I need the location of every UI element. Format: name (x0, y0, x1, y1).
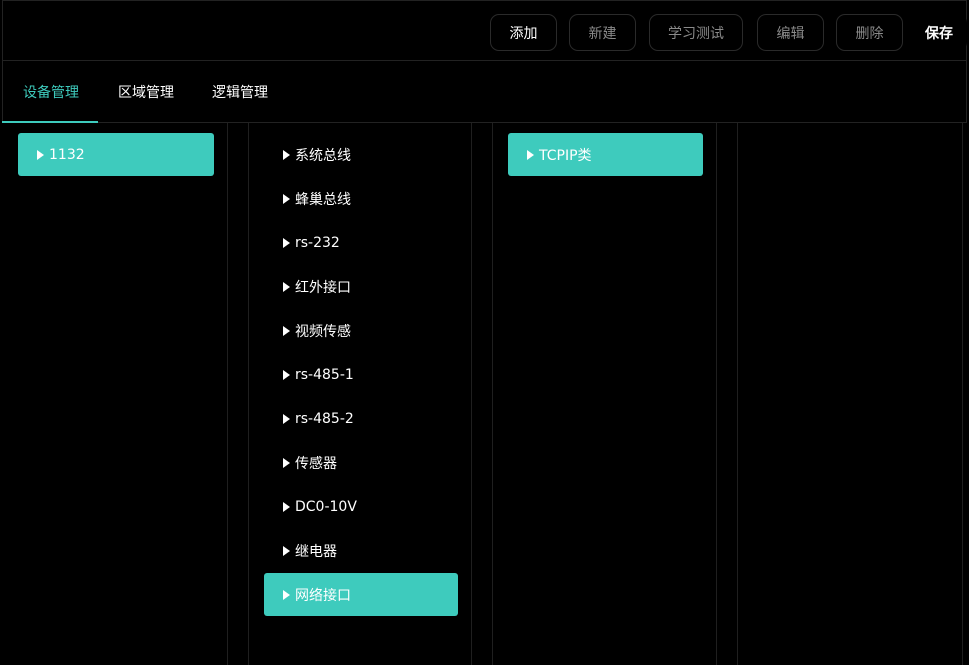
interface-item-label: 系统总线 (295, 147, 351, 164)
save-button[interactable]: 保存 (911, 14, 967, 51)
device-item-label: 1132 (49, 146, 85, 163)
add-button[interactable]: 添加 (490, 14, 557, 51)
caret-right-icon (283, 237, 290, 248)
device-item-1132[interactable]: 1132 (18, 133, 214, 176)
interface-item-dc0-10v[interactable]: DC0-10V (264, 485, 458, 528)
new-button[interactable]: 新建 (569, 14, 636, 51)
learn-test-button[interactable]: 学习测试 (649, 14, 743, 51)
interface-item-label: 传感器 (295, 455, 337, 472)
interface-item-label: 继电器 (295, 543, 337, 560)
caret-right-icon (283, 545, 290, 556)
interface-item-label: 视频传感 (295, 323, 351, 340)
caret-right-icon (37, 149, 44, 160)
interface-item-rs485-1[interactable]: rs-485-1 (264, 353, 458, 396)
tab-logic-management[interactable]: 逻辑管理 (212, 61, 268, 122)
caret-right-icon (283, 589, 290, 600)
interface-item-label: 蜂巢总线 (295, 191, 351, 208)
edit-button[interactable]: 编辑 (757, 14, 824, 51)
caret-right-icon (527, 149, 534, 160)
interface-item-rs232[interactable]: rs-232 (264, 221, 458, 264)
caret-right-icon (283, 413, 290, 424)
interface-column: 系统总线 蜂巢总线 rs-232 红外接口 视频传感 rs-485-1 rs-4… (248, 123, 472, 665)
interface-item-label: rs-485-2 (295, 410, 354, 427)
type-item-label: TCPIP类 (539, 147, 592, 164)
caret-right-icon (283, 325, 290, 336)
interface-item-system-bus[interactable]: 系统总线 (264, 133, 458, 176)
interface-item-label: 网络接口 (295, 587, 351, 604)
tab-area-management[interactable]: 区域管理 (118, 61, 174, 122)
type-item-tcpip[interactable]: TCPIP类 (508, 133, 703, 176)
caret-right-icon (283, 457, 290, 468)
detail-column (737, 123, 963, 665)
tab-bar: 设备管理 区域管理 逻辑管理 (2, 61, 967, 123)
interface-item-hive-bus[interactable]: 蜂巢总线 (264, 177, 458, 220)
interface-item-relay[interactable]: 继电器 (264, 529, 458, 572)
interface-item-infrared[interactable]: 红外接口 (264, 265, 458, 308)
interface-item-network[interactable]: 网络接口 (264, 573, 458, 616)
caret-right-icon (283, 193, 290, 204)
interface-item-sensor[interactable]: 传感器 (264, 441, 458, 484)
delete-button[interactable]: 删除 (836, 14, 903, 51)
interface-item-rs485-2[interactable]: rs-485-2 (264, 397, 458, 440)
caret-right-icon (283, 501, 290, 512)
interface-item-label: rs-232 (295, 234, 340, 251)
interface-item-video-sensor[interactable]: 视频传感 (264, 309, 458, 352)
device-column: 1132 (2, 123, 228, 665)
tab-device-management[interactable]: 设备管理 (23, 61, 79, 122)
caret-right-icon (283, 149, 290, 160)
caret-right-icon (283, 281, 290, 292)
interface-item-label: 红外接口 (295, 279, 351, 296)
toolbar: 添加 新建 学习测试 编辑 删除 保存 (2, 0, 967, 61)
type-column: TCPIP类 (492, 123, 717, 665)
interface-item-label: rs-485-1 (295, 366, 354, 383)
caret-right-icon (283, 369, 290, 380)
interface-item-label: DC0-10V (295, 498, 357, 515)
